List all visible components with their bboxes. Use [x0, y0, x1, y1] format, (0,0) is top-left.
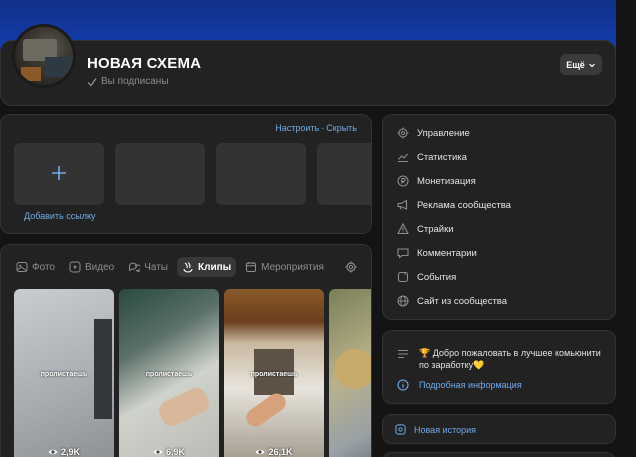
links-block: Настроить · Скрыть Добавить ссылку [0, 114, 372, 234]
more-info-label: Подробная информация [419, 380, 522, 390]
menu-item-monetization[interactable]: Монетизация [397, 175, 476, 187]
media-tabs: Фото Видео Чаты Клипы Мероприятия [11, 257, 333, 277]
photo-icon [16, 262, 28, 272]
tab-label: Чаты [144, 261, 168, 273]
tab-chats[interactable]: Чаты [123, 257, 173, 277]
link-tile-placeholder [317, 143, 371, 205]
links-actions: Настроить · Скрыть [275, 123, 357, 133]
clip-caption: пролистаешь [145, 371, 193, 378]
subscription-status-label: Вы подписаны [101, 76, 169, 87]
menu-item-label: Реклама сообщества [417, 199, 511, 211]
clip-views-count: 6,9K [165, 447, 185, 457]
tab-photo[interactable]: Фото [11, 257, 60, 277]
plus-icon [52, 166, 66, 180]
menu-item-site[interactable]: Сайт из сообщества [397, 295, 507, 307]
menu-item-comments[interactable]: Комментарии [397, 247, 477, 259]
group-title: НОВАЯ СХЕМА [87, 55, 202, 72]
clip-views [329, 447, 371, 457]
more-button[interactable]: Ещё [560, 54, 602, 75]
chats-icon [129, 262, 141, 273]
clip-card[interactable]: пролистаешь 26,1K [224, 289, 324, 457]
hide-links-button[interactable]: Скрыть [326, 123, 357, 133]
tab-video[interactable]: Видео [64, 257, 119, 277]
check-icon [87, 77, 97, 87]
warning-icon [397, 223, 409, 235]
clip-views-count: 2,9K [60, 447, 80, 457]
menu-item-label: Сайт из сообщества [417, 295, 508, 307]
menu-item-label: События [417, 271, 457, 283]
clip-caption: пролистаешь [40, 371, 88, 378]
new-story-button[interactable]: Новая история [395, 424, 476, 435]
add-link-label[interactable]: Добавить ссылку [24, 211, 96, 221]
subscription-status[interactable]: Вы подписаны [87, 76, 169, 87]
text-lines-icon [398, 349, 408, 359]
clip-caption: пролистаешь [250, 371, 298, 378]
menu-item-manage[interactable]: Управление [397, 127, 470, 139]
menu-item-ads[interactable]: Реклама сообщества [397, 199, 511, 211]
menu-item-strikes[interactable]: Страйки [397, 223, 454, 235]
tab-label: Видео [84, 261, 115, 273]
video-icon [69, 261, 81, 273]
group-header [0, 40, 616, 106]
story-icon [395, 424, 406, 435]
comment-icon [397, 248, 409, 259]
clip-card[interactable]: пролистаешь 6,9K [119, 289, 219, 457]
events-icon [397, 271, 409, 283]
eye-icon [153, 449, 163, 455]
tab-label: Фото [32, 261, 55, 273]
eye-icon [48, 449, 58, 455]
story-block: Новая история [382, 414, 616, 444]
new-story-label: Новая история [414, 424, 477, 435]
calendar-icon [246, 262, 257, 272]
clip-card[interactable] [329, 289, 371, 457]
menu-item-label: Статистика [417, 151, 467, 163]
more-button-label: Ещё [566, 59, 585, 70]
clip-views-count: 26,1K [268, 447, 293, 457]
menu-item-stats[interactable]: Статистика [397, 151, 467, 163]
clip-views: 26,1K [224, 447, 324, 457]
clips-icon [183, 262, 193, 273]
chevron-down-icon [588, 63, 595, 67]
stats-icon [398, 153, 408, 163]
add-link-tile[interactable] [14, 143, 104, 205]
menu-item-label: Комментарии [417, 247, 477, 259]
tab-events[interactable]: Мероприятия [240, 257, 329, 277]
menu-item-label: Монетизация [417, 175, 476, 187]
clip-views: 6,9K [119, 447, 219, 457]
info-icon [397, 379, 409, 391]
menu-item-label: Страйки [417, 223, 454, 235]
more-info-link[interactable]: Подробная информация [397, 379, 522, 391]
link-tile-placeholder [216, 143, 306, 205]
megaphone-icon [397, 199, 408, 210]
menu-item-label: Управление [417, 127, 470, 139]
tab-label: Мероприятия [261, 261, 324, 273]
welcome-block: 🏆 Добро пожаловать в лучшее комьюнити по… [382, 330, 616, 404]
menu-item-events[interactable]: События [397, 271, 456, 283]
eye-icon [255, 449, 265, 455]
tab-label: Клипы [197, 261, 232, 273]
tab-clips[interactable]: Клипы [176, 257, 237, 277]
globe-icon [397, 295, 409, 307]
coin-icon [397, 175, 409, 187]
clip-views: 2,9K [14, 447, 114, 457]
gear-icon [397, 127, 409, 139]
gear-icon[interactable] [345, 261, 357, 273]
next-block [382, 452, 616, 457]
media-block: Фото Видео Чаты Клипы Мероприятия пролис… [0, 244, 372, 457]
group-avatar[interactable] [12, 24, 76, 88]
links-separator: · [321, 123, 325, 133]
welcome-text: 🏆 Добро пожаловать в лучшее комьюнити по… [419, 348, 601, 370]
link-tile-placeholder [115, 143, 205, 205]
clip-card[interactable]: пролистаешь 2,9K [14, 289, 114, 457]
management-menu: Управление Статистика Монетизация Реклам… [382, 114, 616, 320]
configure-links-button[interactable]: Настроить [275, 123, 319, 133]
